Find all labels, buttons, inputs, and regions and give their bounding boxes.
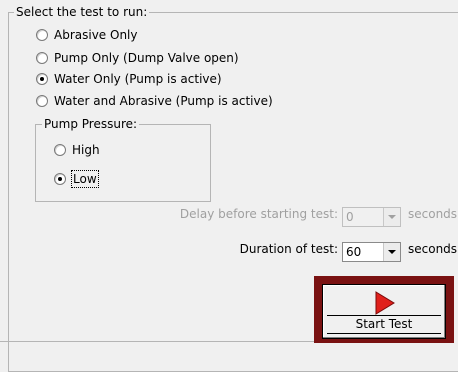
pump-pressure-group (35, 124, 211, 202)
pump-pressure-legend: Pump Pressure: (42, 117, 140, 131)
radio-button-selected-icon[interactable] (36, 73, 48, 85)
radio-label: Abrasive Only (54, 28, 138, 42)
divider (0, 341, 314, 342)
duration-unit-label: seconds (408, 242, 458, 256)
radio-pressure-low[interactable]: Low (54, 170, 99, 188)
chevron-down-icon (388, 250, 396, 254)
radio-label: High (72, 143, 100, 157)
radio-label: Water Only (Pump is active) (54, 72, 222, 86)
delay-unit-label: seconds (408, 207, 458, 221)
dropdown-button[interactable] (383, 243, 400, 261)
test-selection-legend: Select the test to run: (14, 5, 150, 19)
radio-pressure-high[interactable]: High (54, 141, 100, 159)
duration-label: Duration of test: (239, 242, 338, 256)
radio-button-icon[interactable] (36, 29, 48, 41)
start-test-label: Start Test (327, 315, 441, 334)
duration-value: 60 (346, 245, 362, 259)
radio-water-only[interactable]: Water Only (Pump is active) (36, 70, 222, 88)
radio-label: Low (71, 170, 99, 188)
start-test-button[interactable]: Start Test (322, 284, 446, 339)
play-icon (375, 291, 395, 315)
delay-value: 0 (346, 210, 354, 224)
delay-select[interactable]: 0 (342, 207, 401, 227)
duration-select[interactable]: 60 (342, 242, 401, 262)
radio-button-icon[interactable] (36, 95, 48, 107)
radio-button-icon[interactable] (36, 52, 48, 64)
radio-label: Water and Abrasive (Pump is active) (54, 94, 273, 108)
radio-button-selected-icon[interactable] (54, 173, 66, 185)
radio-label: Pump Only (Dump Valve open) (54, 51, 239, 65)
delay-label: Delay before starting test: (179, 207, 338, 221)
radio-pump-only[interactable]: Pump Only (Dump Valve open) (36, 49, 239, 67)
radio-abrasive-only[interactable]: Abrasive Only (36, 26, 137, 44)
radio-water-and-abrasive[interactable]: Water and Abrasive (Pump is active) (36, 92, 273, 110)
dropdown-button[interactable] (383, 208, 400, 226)
chevron-down-icon (388, 215, 396, 219)
radio-button-icon[interactable] (54, 144, 66, 156)
